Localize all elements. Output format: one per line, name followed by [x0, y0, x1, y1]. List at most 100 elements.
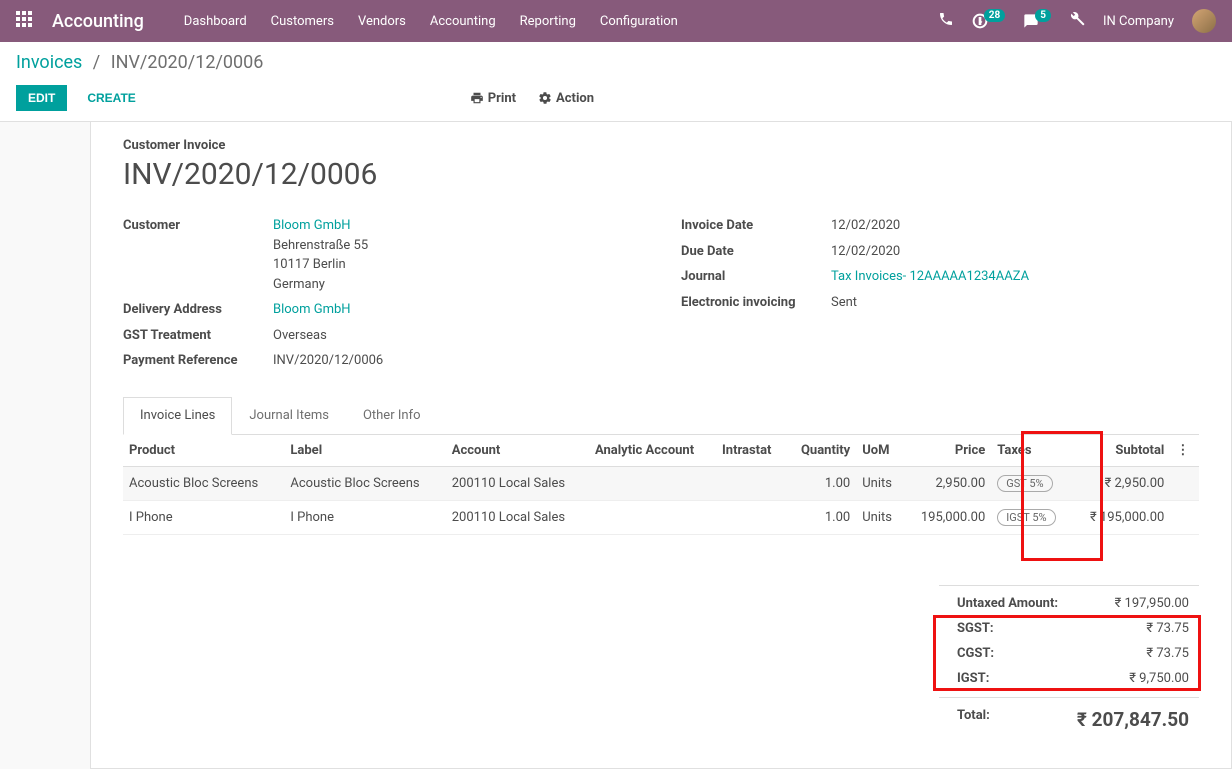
- tools-icon[interactable]: [1069, 11, 1085, 31]
- cell-label: I Phone: [284, 500, 445, 534]
- menu-configuration[interactable]: Configuration: [600, 14, 678, 29]
- sgst-value: ₹ 73.75: [1146, 621, 1189, 636]
- cell-subtotal: ₹ 195,000.00: [1072, 500, 1171, 534]
- app-brand[interactable]: Accounting: [52, 11, 144, 32]
- create-button[interactable]: CREATE: [75, 85, 147, 111]
- tab-invoice-lines[interactable]: Invoice Lines: [123, 397, 232, 435]
- form-left-column: Customer Bloom GmbH Behrenstraße 55 1011…: [123, 216, 641, 377]
- invoice-lines-table-wrap: Product Label Account Analytic Account I…: [123, 435, 1199, 535]
- breadcrumb-sep: /: [93, 52, 100, 73]
- journal-label: Journal: [681, 267, 831, 284]
- th-analytic[interactable]: Analytic Account: [589, 435, 716, 467]
- duedate-label: Due Date: [681, 242, 831, 259]
- menu-customers[interactable]: Customers: [271, 14, 334, 29]
- cell-price: 195,000.00: [904, 500, 991, 534]
- top-navbar: Accounting Dashboard Customers Vendors A…: [0, 0, 1232, 42]
- breadcrumb: Invoices / INV/2020/12/0006: [16, 52, 1216, 85]
- gst-label: GST Treatment: [123, 326, 273, 343]
- messages-icon[interactable]: 5: [1023, 13, 1051, 29]
- th-price[interactable]: Price: [904, 435, 991, 467]
- th-account[interactable]: Account: [446, 435, 589, 467]
- tax-tag: GST 5%: [997, 475, 1052, 492]
- activities-badge: 28: [984, 9, 1005, 22]
- th-subtotal[interactable]: Subtotal: [1072, 435, 1171, 467]
- apps-icon[interactable]: [16, 11, 32, 31]
- user-avatar[interactable]: [1192, 9, 1216, 33]
- cell-price: 2,950.00: [904, 466, 991, 500]
- th-product[interactable]: Product: [123, 435, 284, 467]
- th-options[interactable]: ⋮: [1170, 435, 1199, 467]
- table-row[interactable]: I Phone I Phone 200110 Local Sales 1.00 …: [123, 500, 1199, 534]
- cell-taxes: IGST 5%: [991, 500, 1071, 534]
- menu-vendors[interactable]: Vendors: [358, 14, 406, 29]
- action-button[interactable]: Action: [538, 91, 594, 106]
- total-label: Total:: [957, 708, 990, 731]
- customer-link[interactable]: Bloom GmbH: [273, 218, 351, 233]
- cell-uom: Units: [856, 466, 904, 500]
- print-button[interactable]: Print: [470, 91, 516, 106]
- form-title: INV/2020/12/0006: [123, 157, 1199, 192]
- th-quantity[interactable]: Quantity: [786, 435, 856, 467]
- cell-account: 200110 Local Sales: [446, 500, 589, 534]
- breadcrumb-root[interactable]: Invoices: [16, 52, 82, 73]
- navbar-right: 28 5 IN Company: [938, 9, 1216, 33]
- total-value: ₹ 207,847.50: [1077, 708, 1189, 731]
- cell-intrastat: [716, 466, 786, 500]
- menu-reporting[interactable]: Reporting: [520, 14, 576, 29]
- breadcrumb-current: INV/2020/12/0006: [111, 52, 264, 73]
- delivery-label: Delivery Address: [123, 300, 273, 317]
- company-name[interactable]: IN Company: [1103, 14, 1174, 29]
- cell-taxes: GST 5%: [991, 466, 1071, 500]
- cell-product: I Phone: [123, 500, 284, 534]
- tax-tag: IGST 5%: [997, 509, 1055, 526]
- cell-uom: Units: [856, 500, 904, 534]
- payref-value: INV/2020/12/0006: [273, 351, 641, 371]
- invdate-label: Invoice Date: [681, 216, 831, 233]
- customer-addr3: Germany: [273, 277, 325, 292]
- einv-value: Sent: [831, 293, 1199, 313]
- cell-quantity: 1.00: [786, 500, 856, 534]
- cell-subtotal: ₹ 2,950.00: [1072, 466, 1171, 500]
- menu-dashboard[interactable]: Dashboard: [184, 14, 247, 29]
- phone-icon[interactable]: [938, 11, 954, 31]
- top-menu: Dashboard Customers Vendors Accounting R…: [184, 14, 938, 29]
- activities-icon[interactable]: 28: [972, 13, 1005, 29]
- totals-section: Untaxed Amount: ₹ 197,950.00 SGST: ₹ 73.…: [123, 585, 1199, 736]
- cell-product: Acoustic Bloc Screens: [123, 466, 284, 500]
- form-title-label: Customer Invoice: [123, 138, 1199, 153]
- th-intrastat[interactable]: Intrastat: [716, 435, 786, 467]
- tab-other-info[interactable]: Other Info: [346, 397, 438, 434]
- payref-label: Payment Reference: [123, 351, 273, 368]
- sgst-label: SGST:: [957, 621, 994, 636]
- customer-label: Customer: [123, 216, 273, 233]
- customer-addr1: Behrenstraße 55: [273, 238, 368, 253]
- th-label[interactable]: Label: [284, 435, 445, 467]
- th-uom[interactable]: UoM: [856, 435, 904, 467]
- customer-value: Bloom GmbH Behrenstraße 55 10117 Berlin …: [273, 216, 641, 294]
- tabs: Invoice Lines Journal Items Other Info: [123, 397, 1199, 435]
- tab-journal-items[interactable]: Journal Items: [232, 397, 346, 434]
- igst-label: IGST:: [957, 671, 989, 686]
- cell-quantity: 1.00: [786, 466, 856, 500]
- invdate-value: 12/02/2020: [831, 216, 1199, 236]
- th-taxes[interactable]: Taxes: [991, 435, 1071, 467]
- table-row[interactable]: Acoustic Bloc Screens Acoustic Bloc Scre…: [123, 466, 1199, 500]
- cell-analytic: [589, 500, 716, 534]
- untaxed-label: Untaxed Amount:: [957, 596, 1058, 611]
- messages-badge: 5: [1035, 9, 1051, 22]
- cgst-label: CGST:: [957, 646, 994, 661]
- action-label: Action: [556, 91, 594, 106]
- customer-addr2: 10117 Berlin: [273, 257, 346, 272]
- gst-value: Overseas: [273, 326, 641, 346]
- einv-label: Electronic invoicing: [681, 293, 831, 310]
- form-sheet: Customer Invoice INV/2020/12/0006 Custom…: [90, 122, 1232, 769]
- duedate-value: 12/02/2020: [831, 242, 1199, 262]
- igst-value: ₹ 9,750.00: [1129, 671, 1189, 686]
- journal-link[interactable]: Tax Invoices- 12AAAAA1234AAZA: [831, 269, 1029, 284]
- cell-label: Acoustic Bloc Screens: [284, 466, 445, 500]
- print-label: Print: [488, 91, 516, 106]
- menu-accounting[interactable]: Accounting: [430, 14, 496, 29]
- delivery-link[interactable]: Bloom GmbH: [273, 302, 351, 317]
- edit-button[interactable]: EDIT: [16, 85, 67, 111]
- cgst-value: ₹ 73.75: [1146, 646, 1189, 661]
